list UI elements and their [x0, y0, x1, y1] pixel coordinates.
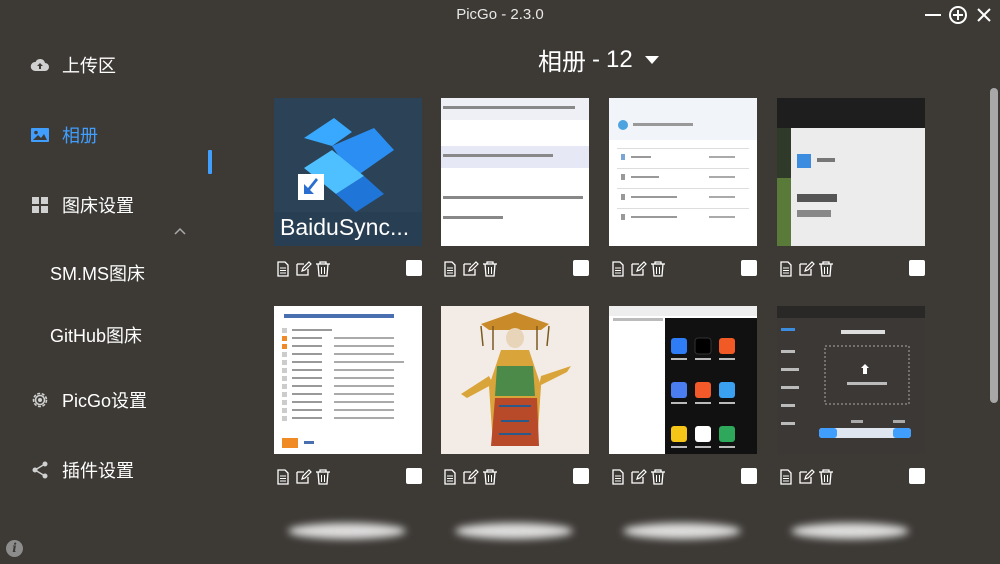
select-checkbox[interactable]	[573, 468, 589, 484]
caret-down-icon	[644, 55, 659, 64]
select-checkbox[interactable]	[406, 260, 422, 276]
edit-icon[interactable]	[797, 468, 815, 486]
select-checkbox[interactable]	[573, 260, 589, 276]
gallery-title: 相册	[538, 49, 586, 76]
gallery-thumbnail[interactable]	[777, 306, 925, 454]
card-actions	[441, 468, 499, 486]
copy-link-icon[interactable]	[441, 468, 459, 486]
info-icon[interactable]: i	[6, 540, 23, 557]
sidebar: 上传区 相册 图床设置 SM.MS图床 GitHub图床 PicGo设置 插件设…	[0, 30, 225, 564]
edit-icon[interactable]	[629, 468, 647, 486]
gallery-thumbnail[interactable]	[274, 306, 422, 454]
plus-circle-icon	[949, 6, 967, 24]
gear-icon	[30, 390, 50, 410]
minimize-button[interactable]	[922, 4, 944, 26]
card-actions	[441, 260, 499, 278]
sidebar-item-github[interactable]: GitHub图床	[50, 322, 142, 348]
card-actions	[777, 260, 835, 278]
sidebar-item-picgo-settings[interactable]: PicGo设置	[30, 387, 147, 413]
grid-icon	[30, 195, 50, 215]
gallery-thumbnail[interactable]	[777, 98, 925, 246]
sidebar-item-plugin-settings[interactable]: 插件设置	[30, 457, 134, 483]
gallery-thumbnail[interactable]	[609, 98, 757, 246]
app-title: PicGo - 2.3.0	[456, 6, 544, 23]
sidebar-item-label: 插件设置	[62, 461, 134, 481]
minimize-icon	[925, 14, 941, 16]
select-checkbox[interactable]	[741, 260, 757, 276]
sidebar-item-label: 图床设置	[62, 196, 134, 216]
copy-link-icon[interactable]	[609, 260, 627, 278]
next-row-thumbnail-fade	[623, 523, 741, 539]
edit-icon[interactable]	[294, 260, 312, 278]
gallery-thumbnail[interactable]	[441, 98, 589, 246]
gallery-title-separator: -	[592, 45, 600, 73]
select-checkbox[interactable]	[909, 260, 925, 276]
next-row-thumbnail-fade	[455, 523, 573, 539]
chevron-up-icon[interactable]	[173, 224, 187, 238]
gallery-count: 12	[606, 45, 633, 73]
edit-icon[interactable]	[461, 468, 479, 486]
card-actions	[274, 468, 332, 486]
close-button[interactable]	[973, 4, 995, 26]
gallery-thumbnail[interactable]: BaiduSync...	[274, 98, 422, 246]
sidebar-item-image-host-settings[interactable]: 图床设置	[30, 192, 134, 218]
card-actions	[777, 468, 835, 486]
edit-icon[interactable]	[294, 468, 312, 486]
delete-icon[interactable]	[817, 260, 835, 278]
next-row-thumbnail-fade	[288, 523, 406, 539]
gallery-header-dropdown[interactable]: 相册 - 12	[538, 42, 659, 77]
copy-link-icon[interactable]	[777, 468, 795, 486]
card-actions	[274, 260, 332, 278]
close-icon	[977, 8, 991, 22]
copy-link-icon[interactable]	[609, 468, 627, 486]
edit-icon[interactable]	[629, 260, 647, 278]
delete-icon[interactable]	[649, 260, 667, 278]
delete-icon[interactable]	[481, 468, 499, 486]
image-icon	[30, 125, 50, 145]
edit-icon[interactable]	[797, 260, 815, 278]
sidebar-item-smms[interactable]: SM.MS图床	[50, 260, 145, 286]
gallery-thumbnail[interactable]	[609, 306, 757, 454]
card-actions	[609, 468, 667, 486]
select-checkbox[interactable]	[741, 468, 757, 484]
cloud-upload-icon	[30, 55, 50, 75]
sidebar-item-label: 上传区	[62, 56, 116, 76]
share-icon	[30, 460, 50, 480]
gallery-thumbnail[interactable]	[441, 306, 589, 454]
maximize-button[interactable]	[947, 4, 969, 26]
scrollbar-thumb[interactable]	[990, 88, 998, 403]
delete-icon[interactable]	[481, 260, 499, 278]
delete-icon[interactable]	[649, 468, 667, 486]
copy-link-icon[interactable]	[274, 468, 292, 486]
card-actions	[609, 260, 667, 278]
next-row-thumbnail-fade	[791, 523, 909, 539]
select-checkbox[interactable]	[406, 468, 422, 484]
copy-link-icon[interactable]	[777, 260, 795, 278]
delete-icon[interactable]	[817, 468, 835, 486]
active-indicator	[208, 150, 212, 174]
select-checkbox[interactable]	[909, 468, 925, 484]
sidebar-item-gallery[interactable]: 相册	[30, 122, 98, 148]
sidebar-item-label: 相册	[62, 126, 98, 146]
sidebar-item-label: PicGo设置	[62, 391, 148, 411]
edit-icon[interactable]	[461, 260, 479, 278]
thumbnail-caption: BaiduSync...	[280, 214, 410, 240]
copy-link-icon[interactable]	[441, 260, 459, 278]
copy-link-icon[interactable]	[274, 260, 292, 278]
sidebar-item-upload[interactable]: 上传区	[30, 52, 116, 78]
delete-icon[interactable]	[314, 468, 332, 486]
delete-icon[interactable]	[314, 260, 332, 278]
title-bar: PicGo - 2.3.0	[0, 0, 1000, 30]
